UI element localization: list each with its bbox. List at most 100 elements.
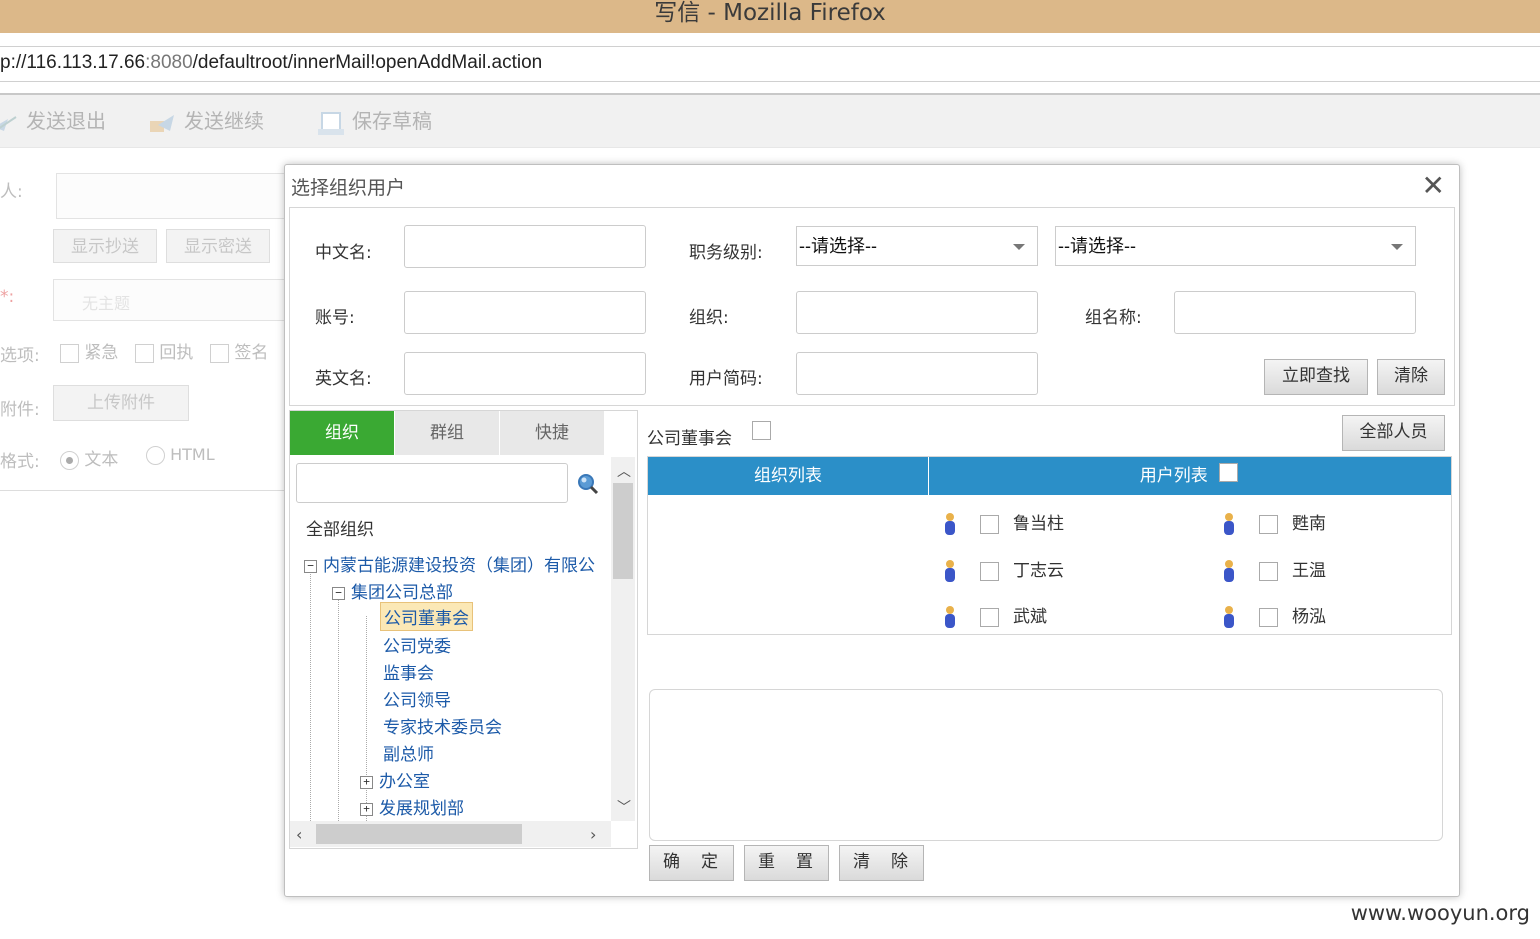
account-label: 账号: — [315, 308, 355, 328]
user-icon — [1223, 604, 1235, 630]
tree-guide-line — [338, 589, 340, 821]
tree-guide-line — [310, 563, 312, 821]
tree-node-experts[interactable]: 专家技术委员会 — [383, 713, 502, 738]
tree-vertical-scrollbar[interactable]: ︿ ﹀ — [611, 457, 635, 821]
tree-search-input[interactable] — [296, 463, 568, 503]
collapse-icon[interactable]: − — [332, 586, 345, 600]
org-input[interactable] — [796, 291, 1038, 334]
group-name-input[interactable] — [1174, 291, 1416, 334]
tree-node-planning[interactable]: + 发展规划部 — [360, 794, 464, 819]
address-bar[interactable]: p://116.113.17.66:8080/defaultroot/inner… — [0, 46, 1540, 82]
scroll-right-icon[interactable]: › — [590, 825, 596, 844]
url-host: 116.113.17.66 — [26, 52, 146, 73]
chinese-name-label: 中文名: — [315, 243, 372, 263]
user-icon — [1223, 511, 1235, 537]
tab-shortcut[interactable]: 快捷 — [500, 411, 604, 455]
dialog-title: 选择组织用户 — [291, 177, 406, 199]
select-org-checkbox[interactable] — [752, 421, 771, 440]
user-icon — [944, 558, 956, 584]
user-item[interactable]: 甦南 — [1223, 509, 1326, 537]
user-code-label: 用户简码: — [689, 369, 763, 389]
confirm-button[interactable]: 确 定 — [649, 845, 734, 881]
user-item[interactable]: 丁志云 — [944, 556, 1064, 584]
watermark: www.wooyun.org — [1350, 901, 1530, 925]
url-path: /defaultroot/innerMail!openAddMail.actio… — [192, 52, 543, 73]
tree-node-company[interactable]: − 内蒙古能源建设投资（集团）有限公 — [304, 551, 595, 576]
scroll-thumb[interactable] — [613, 483, 633, 579]
job-level-label: 职务级别: — [689, 243, 763, 263]
tree-node-supervisors[interactable]: 监事会 — [383, 659, 434, 684]
chevron-down-icon — [1391, 244, 1403, 250]
user-checkbox[interactable] — [980, 514, 999, 534]
user-item[interactable]: 鲁当柱 — [944, 509, 1064, 537]
scroll-up-icon[interactable]: ︿ — [617, 461, 631, 481]
user-item[interactable]: 杨泓 — [1223, 602, 1326, 630]
job-level-select[interactable]: --请选择-- — [796, 226, 1038, 266]
tree-node-hq[interactable]: − 集团公司总部 — [332, 578, 453, 603]
scroll-thumb[interactable] — [316, 824, 522, 844]
job-level-value: --请选择-- — [799, 236, 877, 256]
account-input[interactable] — [404, 291, 646, 334]
divider — [0, 490, 290, 491]
tree-node-deputy-chief[interactable]: 副总师 — [383, 740, 434, 765]
tree-node-label: 发展规划部 — [379, 799, 464, 819]
tree-horizontal-scrollbar[interactable]: ‹ › — [290, 821, 611, 847]
scroll-down-icon[interactable]: ﹀ — [617, 797, 631, 817]
user-name: 杨泓 — [1292, 607, 1326, 627]
user-item[interactable]: 王温 — [1223, 556, 1326, 584]
tree-node-board-selected[interactable]: 公司董事会 — [380, 602, 473, 631]
tree-node-label: 办公室 — [379, 772, 430, 792]
user-item[interactable]: 武斌 — [944, 602, 1047, 630]
user-code-input[interactable] — [796, 352, 1038, 395]
chinese-name-input[interactable] — [404, 225, 646, 268]
tree-node-office[interactable]: + 办公室 — [360, 767, 430, 792]
selected-users-area[interactable] — [649, 689, 1443, 841]
chevron-down-icon — [1013, 244, 1025, 250]
search-icon[interactable] — [577, 473, 599, 499]
expand-icon[interactable]: + — [360, 775, 373, 789]
sub-level-select[interactable]: --请选择-- — [1055, 226, 1416, 266]
expand-icon[interactable]: + — [360, 802, 373, 816]
tree-root-all-orgs[interactable]: 全部组织 — [306, 515, 374, 540]
clear-search-button[interactable]: 清除 — [1377, 359, 1445, 395]
close-icon[interactable]: ✕ — [1422, 169, 1445, 202]
user-name: 甦南 — [1292, 514, 1326, 534]
user-checkbox[interactable] — [1259, 607, 1278, 627]
user-name: 王温 — [1292, 561, 1326, 581]
collapse-icon[interactable]: − — [304, 559, 317, 573]
select-all-users-checkbox[interactable] — [1219, 463, 1239, 482]
tree-node-party[interactable]: 公司党委 — [383, 632, 451, 657]
tab-org[interactable]: 组织 — [290, 411, 394, 455]
user-list-header: 用户列表 — [1139, 466, 1208, 486]
url-port: :8080 — [145, 52, 193, 73]
english-name-input[interactable] — [404, 352, 646, 395]
tree-node-leaders[interactable]: 公司领导 — [383, 686, 451, 711]
user-checkbox[interactable] — [1259, 561, 1278, 581]
org-label: 组织: — [689, 308, 729, 328]
user-name: 丁志云 — [1013, 561, 1064, 581]
user-checkbox[interactable] — [980, 561, 999, 581]
org-user-grid: 组织列表 用户列表 鲁当柱 甦南 丁志云 王温 武斌 杨泓 — [647, 456, 1452, 635]
window-titlebar: 写信 - Mozilla Firefox — [0, 0, 1540, 33]
user-list-header-cell: 用户列表 — [929, 457, 1449, 495]
user-checkbox[interactable] — [980, 607, 999, 627]
clear-selection-button[interactable]: 清 除 — [839, 845, 924, 881]
search-panel: 中文名: 职务级别: --请选择-- --请选择-- 账号: 组织: 组名称: … — [289, 207, 1455, 406]
tree-node-label: 集团公司总部 — [351, 583, 453, 603]
reset-button[interactable]: 重 置 — [744, 845, 829, 881]
user-name: 武斌 — [1013, 607, 1047, 627]
search-now-button[interactable]: 立即查找 — [1264, 359, 1368, 395]
tab-group[interactable]: 群组 — [395, 411, 499, 455]
org-tree-panel: 组织 群组 快捷 全部组织 − 内蒙古能源建设投资（集团）有限公 − 集团公司总部 … — [289, 410, 638, 849]
scroll-left-icon[interactable]: ‹ — [296, 825, 302, 844]
window-title: 写信 - Mozilla Firefox — [654, 0, 886, 26]
select-org-user-dialog: 选择组织用户 ✕ 中文名: 职务级别: --请选择-- --请选择-- 账号: … — [284, 164, 1460, 897]
all-people-button[interactable]: 全部人员 — [1342, 415, 1445, 451]
user-select-panel: 公司董事会 全部人员 组织列表 用户列表 鲁当柱 甦南 丁志云 王温 武斌 杨泓… — [647, 410, 1455, 890]
url-scheme: p:// — [0, 52, 27, 73]
grid-header: 组织列表 用户列表 — [648, 457, 1451, 495]
user-icon — [944, 604, 956, 630]
current-org-label: 公司董事会 — [647, 429, 732, 449]
url-text[interactable]: p://116.113.17.66:8080/defaultroot/inner… — [0, 52, 542, 74]
user-checkbox[interactable] — [1259, 514, 1278, 534]
